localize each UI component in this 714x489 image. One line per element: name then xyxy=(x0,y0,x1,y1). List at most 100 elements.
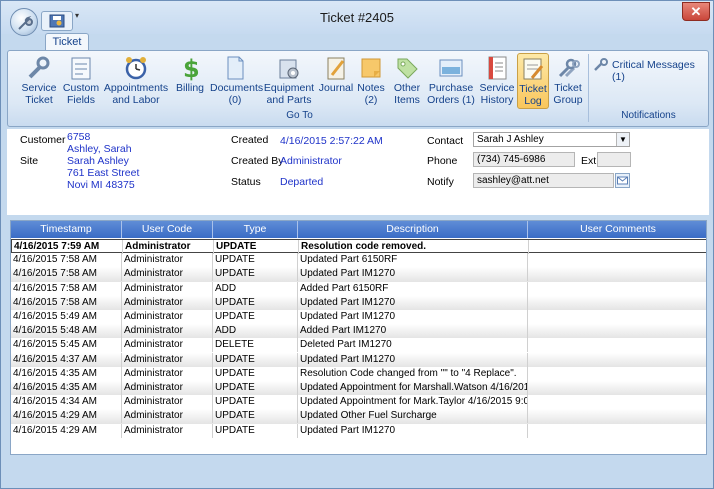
service-ticket-label: Service Ticket xyxy=(21,82,57,106)
billing-label: Billing xyxy=(175,82,204,94)
equipment-button[interactable]: Equipment and Parts xyxy=(262,53,316,109)
cell-user-comments xyxy=(528,296,706,310)
cell-user-code: Administrator xyxy=(122,324,213,339)
grid-header: Timestamp User Code Type Description Use… xyxy=(11,221,706,238)
svg-text:$: $ xyxy=(183,55,200,81)
table-row[interactable]: 4/16/2015 5:45 AM Administrator DELETE Dele… xyxy=(11,338,706,353)
cell-timestamp: 4/16/2015 7:58 AM xyxy=(11,267,122,282)
table-row[interactable]: 4/16/2015 5:48 AM Administrator ADD Added P… xyxy=(11,324,706,339)
cell-user-code: Administrator xyxy=(122,267,213,282)
cell-timestamp: 4/16/2015 4:37 AM xyxy=(11,352,122,367)
note-icon xyxy=(361,58,381,78)
table-row[interactable]: 4/16/2015 4:34 AM Administrator UPDATE Upda… xyxy=(11,395,706,410)
cell-timestamp: 4/16/2015 7:59 AM xyxy=(12,240,123,254)
cell-user-comments xyxy=(529,240,706,254)
site-name-link[interactable]: Sarah Ashley xyxy=(67,155,129,167)
cell-timestamp: 4/16/2015 7:58 AM xyxy=(11,295,122,310)
column-header-description[interactable]: Description xyxy=(298,221,528,238)
table-row[interactable]: 4/16/2015 7:58 AM Administrator UPDATE Upda… xyxy=(11,295,706,310)
customer-name-link[interactable]: Ashley, Sarah xyxy=(67,143,132,155)
table-row[interactable]: 4/16/2015 4:29 AM Administrator UPDATE Upda… xyxy=(11,409,706,424)
cell-user-comments xyxy=(528,310,706,324)
documents-button[interactable]: Documents (0) xyxy=(210,53,263,109)
service-ticket-button[interactable]: Service Ticket xyxy=(18,53,60,109)
ticket-group-label: Ticket Group xyxy=(553,82,583,106)
table-row[interactable]: 4/16/2015 7:58 AM Administrator ADD Added P… xyxy=(11,281,706,296)
ext-field[interactable] xyxy=(597,152,631,167)
cell-type: UPDATE xyxy=(213,267,298,282)
cell-description: Deleted Part IM1270 xyxy=(298,338,528,353)
billing-button[interactable]: $ Billing xyxy=(172,53,208,109)
notify-field[interactable]: sashley@att.net xyxy=(473,173,614,188)
cell-description: Updated Part IM1270 xyxy=(298,267,528,282)
column-header-user-comments[interactable]: User Comments xyxy=(528,221,706,238)
table-row[interactable]: 4/16/2015 4:35 AM Administrator UPDATE Reso… xyxy=(11,366,706,381)
ext-label: Ext xyxy=(581,155,597,167)
critical-messages-button[interactable]: Critical Messages (1) xyxy=(593,57,703,83)
cell-description: Updated Part IM1270 xyxy=(298,310,528,324)
critical-messages-label: Critical Messages (1) xyxy=(612,59,695,83)
table-row[interactable]: 4/16/2015 4:35 AM Administrator UPDATE Upda… xyxy=(11,381,706,396)
cell-description: Updated Appointment for Mark.Taylor 4/16… xyxy=(298,395,528,410)
cell-user-code: Administrator xyxy=(122,295,213,310)
cell-type: UPDATE xyxy=(213,409,298,424)
cell-description: Updated Other Fuel Surcharge xyxy=(298,409,528,424)
cell-type: UPDATE xyxy=(213,381,298,395)
tab-ticket[interactable]: Ticket xyxy=(45,33,89,51)
journal-button[interactable]: Journal xyxy=(318,53,354,109)
goto-group: Service Ticket Custom Fields Appointment… xyxy=(12,52,587,124)
cell-timestamp: 4/16/2015 7:58 AM xyxy=(11,281,122,296)
cell-description: Updated Part 6150RF xyxy=(298,253,528,268)
customer-id-link[interactable]: 6758 xyxy=(67,131,90,143)
created-by-value: Administrator xyxy=(280,155,342,167)
phone-field[interactable]: (734) 745-6986 xyxy=(473,152,575,167)
cell-timestamp: 4/16/2015 5:45 AM xyxy=(11,338,122,353)
cell-timestamp: 4/16/2015 4:34 AM xyxy=(11,395,122,410)
cell-user-code: Administrator xyxy=(122,395,213,410)
purchase-orders-button[interactable]: Purchase Orders (1) xyxy=(426,53,476,109)
journal-label: Journal xyxy=(318,82,354,94)
status-value: Departed xyxy=(280,176,324,188)
history-icon xyxy=(488,56,507,80)
cell-description: Resolution Code changed from "" to "4 Re… xyxy=(298,366,528,381)
chevron-down-icon[interactable]: ▼ xyxy=(616,133,629,146)
contact-select[interactable]: Sarah J Ashley ▼ xyxy=(473,132,630,147)
cell-user-comments xyxy=(528,424,706,438)
appointments-button[interactable]: Appointments and Labor xyxy=(102,53,170,109)
title-bar: ▾ Ticket #2405 ✕ xyxy=(1,1,713,36)
ticket-group-button[interactable]: Ticket Group xyxy=(551,53,585,109)
table-row[interactable]: 4/16/2015 4:29 AM Administrator UPDATE Upda… xyxy=(11,423,706,438)
cell-user-code: Administrator xyxy=(122,310,213,324)
cell-user-code: Administrator xyxy=(122,409,213,424)
ticket-log-label: Ticket Log xyxy=(519,83,547,107)
table-row[interactable]: 4/16/2015 7:58 AM Administrator UPDATE Upda… xyxy=(11,267,706,282)
custom-fields-button[interactable]: Custom Fields xyxy=(62,53,100,109)
table-row[interactable]: 4/16/2015 5:49 AM Administrator UPDATE Upda… xyxy=(11,310,706,324)
cell-user-code: Administrator xyxy=(122,338,213,353)
cell-timestamp: 4/16/2015 4:35 AM xyxy=(11,366,122,381)
close-button[interactable]: ✕ xyxy=(682,2,710,21)
table-row[interactable]: 4/16/2015 7:59 AM Administrator UPDATE Reso… xyxy=(11,239,706,254)
cell-user-comments xyxy=(528,353,706,367)
cell-type: UPDATE xyxy=(213,423,298,438)
column-header-user-code[interactable]: User Code xyxy=(122,221,213,238)
created-by-label: Created By xyxy=(231,155,284,167)
column-header-type[interactable]: Type xyxy=(213,221,298,238)
ticket-log-button[interactable]: Ticket Log xyxy=(517,53,549,109)
service-history-button[interactable]: Service History xyxy=(478,53,516,109)
notes-button[interactable]: Notes (2) xyxy=(356,53,386,109)
cell-description: Updated Part IM1270 xyxy=(298,295,528,310)
cell-user-code: Administrator xyxy=(122,366,213,381)
other-items-button[interactable]: Other Items xyxy=(390,53,424,109)
contact-label: Contact xyxy=(427,135,464,147)
send-email-button[interactable] xyxy=(615,173,630,188)
ticket-log-grid: Timestamp User Code Type Description Use… xyxy=(10,220,707,455)
journal-icon xyxy=(327,57,345,80)
cell-timestamp: 4/16/2015 4:29 AM xyxy=(11,409,122,424)
cell-user-code: Administrator xyxy=(123,240,214,254)
table-row[interactable]: 4/16/2015 7:58 AM Administrator UPDATE Upda… xyxy=(11,253,706,268)
cell-type: UPDATE xyxy=(213,310,298,324)
column-header-timestamp[interactable]: Timestamp xyxy=(11,221,122,238)
table-row[interactable]: 4/16/2015 4:37 AM Administrator UPDATE Upda… xyxy=(11,352,706,367)
cell-type: ADD xyxy=(213,281,298,296)
